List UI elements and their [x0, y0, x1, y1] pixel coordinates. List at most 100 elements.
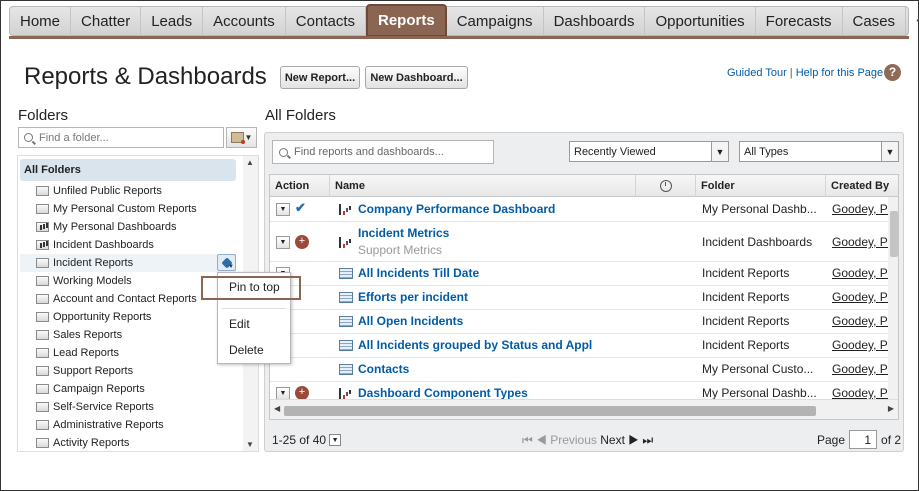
table-row[interactable]: ▼ + Incident Metrics Support Metrics Inc… [270, 222, 888, 262]
next-link[interactable]: Next [600, 433, 625, 447]
table-row[interactable]: ▼ All Incidents Till Date Incident Repor… [270, 262, 888, 286]
row-name-link[interactable]: Dashboard Component Types [358, 386, 528, 400]
new-dashboard-button[interactable]: New Dashboard... [365, 66, 468, 89]
folder-actions-button[interactable]: ▼ [217, 254, 236, 271]
page-jump: Page 1 of 2 [817, 430, 901, 449]
menu-item-edit[interactable]: Edit [229, 317, 250, 331]
table-vertical-scrollbar[interactable] [888, 197, 898, 399]
previous-link[interactable]: Previous [550, 433, 597, 447]
folder-icon [36, 438, 49, 448]
next-arrow-icon[interactable]: ▶ [628, 433, 639, 447]
row-name-link[interactable]: All Incidents Till Date [358, 266, 479, 280]
scroll-left-icon[interactable]: ◀ [274, 404, 280, 413]
folder-item[interactable]: Opportunity Reports [36, 308, 151, 326]
folder-item[interactable]: Administrative Reports [36, 416, 164, 434]
new-report-button[interactable]: New Report... [280, 66, 360, 89]
help-icon[interactable]: ? [884, 64, 901, 81]
row-created-by[interactable]: Goodey, Pa [832, 266, 888, 280]
report-search-input[interactable]: Find reports and dashboards... [272, 140, 494, 164]
table-row[interactable]: All Incidents grouped by Status and Appl… [270, 334, 888, 358]
tab-cases[interactable]: Cases [843, 7, 907, 35]
folder-item[interactable]: Activity Reports [36, 434, 129, 451]
row-action-dropdown[interactable]: ▼ [276, 203, 290, 216]
folder-search-input[interactable]: Find a folder... [18, 127, 224, 148]
tab-dashboards[interactable]: Dashboards [544, 7, 646, 35]
folder-item[interactable]: Campaign Reports [36, 380, 145, 398]
tab-contacts[interactable]: Contacts [286, 7, 366, 35]
table-row[interactable]: All Open Incidents Incident Reports Good… [270, 310, 888, 334]
row-created-by[interactable]: Goodey, Pa [832, 235, 888, 249]
folder-item[interactable]: Sales Reports [36, 326, 122, 344]
type-filter-select[interactable]: All Types ▼ [739, 141, 899, 162]
report-icon [339, 340, 353, 351]
folder-item-selected[interactable]: Incident Reports [20, 254, 236, 272]
dashboard-folder-icon [36, 240, 49, 250]
folder-item[interactable]: Unfiled Public Reports [36, 182, 162, 200]
tab-accounts[interactable]: Accounts [203, 7, 286, 35]
col-action[interactable]: Action [270, 175, 330, 197]
folder-item[interactable]: Lead Reports [36, 344, 119, 362]
tab-campaigns[interactable]: Campaigns [447, 7, 544, 35]
folder-search-placeholder: Find a folder... [39, 131, 109, 144]
scroll-down-icon[interactable]: ▼ [246, 440, 254, 449]
tab-forecasts[interactable]: Forecasts [756, 7, 843, 35]
folder-item[interactable]: Self-Service Reports [36, 398, 154, 416]
scroll-right-icon[interactable]: ▶ [888, 404, 894, 413]
folder-item[interactable]: Incident Dashboards [36, 236, 154, 254]
tab-chatter[interactable]: Chatter [71, 7, 142, 35]
reports-panel: Find reports and dashboards... Recently … [264, 132, 904, 452]
guided-tour-link[interactable]: Guided Tour [727, 67, 787, 79]
row-name-link[interactable]: All Incidents grouped by Status and Appl [358, 338, 592, 352]
tab-opportunities[interactable]: Opportunities [645, 7, 756, 35]
folder-label: Opportunity Reports [53, 311, 152, 323]
folder-icon [36, 204, 49, 214]
new-folder-button[interactable]: ▼ [226, 127, 257, 148]
col-last-viewed[interactable] [636, 175, 696, 197]
row-folder: Incident Reports [702, 266, 790, 280]
previous-arrow-icon[interactable]: ◀ [536, 433, 547, 447]
folder-item[interactable]: Working Models [36, 272, 132, 290]
row-action-dropdown[interactable]: ▼ [276, 236, 290, 249]
scrollbar-thumb[interactable] [284, 406, 816, 416]
row-name-link[interactable]: Contacts [358, 362, 409, 376]
page-size-selector[interactable]: 1-25 of 40 ▼ [272, 433, 342, 447]
folder-item[interactable]: Account and Contact Reports [36, 290, 197, 308]
folder-item[interactable]: My Personal Dashboards [36, 218, 177, 236]
scrollbar-thumb[interactable] [890, 211, 898, 257]
folder-item[interactable]: Support Reports [36, 362, 133, 380]
folder-item[interactable]: My Personal Custom Reports [36, 200, 197, 218]
row-created-by[interactable]: Goodey, Pa [832, 338, 888, 352]
help-link[interactable]: Help for this Page [796, 67, 883, 79]
chevron-down-icon[interactable]: ▼ [329, 434, 342, 446]
col-folder[interactable]: Folder [696, 175, 826, 197]
tab-home[interactable]: Home [10, 7, 72, 35]
page-label: Page [817, 432, 846, 447]
row-name-link[interactable]: Incident Metrics [358, 226, 449, 240]
table-horizontal-scrollbar[interactable]: ◀ ▶ [270, 399, 898, 419]
row-created-by[interactable]: Goodey, Pa [832, 290, 888, 304]
row-created-by[interactable]: Goodey, Pa [832, 362, 888, 376]
col-created-by[interactable]: Created By [826, 175, 898, 197]
row-created-by[interactable]: Goodey, Pa [832, 386, 888, 400]
row-created-by[interactable]: Goodey, Pa [832, 314, 888, 328]
row-created-by[interactable]: Goodey, Pa [832, 202, 888, 216]
tree-all-folders[interactable]: All Folders [20, 159, 236, 181]
report-icon [339, 364, 353, 375]
folder-icon [36, 186, 49, 196]
view-filter-select[interactable]: Recently Viewed ▼ [569, 141, 729, 162]
last-page-icon[interactable]: ⏭ [642, 433, 653, 447]
scroll-up-icon[interactable]: ▲ [246, 158, 254, 167]
table-row[interactable]: ▼ ✔ Company Performance Dashboard My Per… [270, 197, 888, 222]
page-number-input[interactable]: 1 [849, 430, 878, 449]
tab-reports[interactable]: Reports [366, 4, 447, 37]
row-name-link[interactable]: All Open Incidents [358, 314, 463, 328]
plus-icon[interactable]: + [906, 7, 919, 35]
col-name[interactable]: Name [330, 175, 636, 197]
tab-leads[interactable]: Leads [141, 7, 204, 35]
table-row[interactable]: Efforts per incident Incident Reports Go… [270, 286, 888, 310]
row-name-link[interactable]: Company Performance Dashboard [358, 202, 555, 216]
table-row[interactable]: Contacts My Personal Custo... Goodey, Pa [270, 358, 888, 382]
menu-item-delete[interactable]: Delete [229, 343, 264, 357]
first-page-icon[interactable]: ⏮ [522, 433, 533, 447]
row-name-link[interactable]: Efforts per incident [358, 290, 468, 304]
